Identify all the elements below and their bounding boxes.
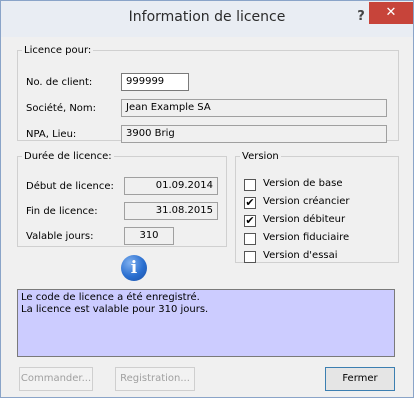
duration-legend: Durée de licence:	[24, 151, 112, 162]
licence-dialog: Information de licence ? ✕ Licence pour:…	[0, 0, 414, 398]
checkbox-trial[interactable]	[244, 251, 256, 263]
checkbox-base-label: Version de base	[263, 178, 343, 189]
end-date-field: 31.08.2015	[124, 202, 218, 220]
version-legend: Version	[242, 151, 279, 162]
client-no-field[interactable]: 999999	[121, 73, 189, 91]
checkbox-fiduciary-label: Version fiduciaire	[263, 232, 350, 243]
status-message-box: Le code de licence a été enregistré. La …	[17, 289, 395, 357]
checkbox-creditor-label: Version créancier	[263, 196, 350, 207]
message-line-2: La licence est valable pour 310 jours.	[21, 304, 209, 315]
registration-button[interactable]: Registration...	[115, 367, 195, 391]
info-icon: i	[121, 255, 147, 281]
valid-days-field: 310	[124, 227, 174, 245]
order-button[interactable]: Commander...	[19, 367, 93, 391]
licence-for-legend: Licence pour:	[24, 45, 92, 56]
npa-label: NPA, Lieu:	[26, 129, 77, 140]
dialog-body: Licence pour: No. de client: 999999 Soci…	[9, 37, 407, 393]
checkbox-fiduciary[interactable]	[244, 233, 256, 245]
window-title: Information de licence	[128, 9, 286, 25]
start-date-field: 01.09.2014	[124, 177, 218, 195]
company-label: Société, Nom:	[26, 103, 97, 114]
title-bar[interactable]: Information de licence ? ✕	[1, 1, 413, 37]
company-field: Jean Example SA	[121, 99, 387, 117]
checkbox-debtor[interactable]: ✔	[244, 215, 256, 227]
help-button[interactable]: ?	[353, 9, 369, 27]
licence-for-group: Licence pour: No. de client: 999999 Soci…	[17, 45, 399, 143]
close-window-button[interactable]: ✕	[369, 2, 413, 24]
end-date-label: Fin de licence:	[26, 206, 98, 217]
checkbox-debtor-label: Version débiteur	[263, 214, 346, 225]
version-group: Version Version de base ✔ Version créanc…	[235, 151, 399, 263]
checkbox-trial-label: Version d'essai	[263, 250, 338, 261]
npa-field: 3900 Brig	[121, 125, 387, 143]
valid-days-label: Valable jours:	[26, 231, 94, 242]
client-no-label: No. de client:	[26, 77, 93, 88]
start-date-label: Début de licence:	[26, 181, 114, 192]
close-button[interactable]: Fermer	[325, 367, 395, 391]
checkbox-base[interactable]	[244, 179, 256, 191]
duration-group: Durée de licence: Début de licence: 01.0…	[17, 151, 227, 247]
checkbox-creditor[interactable]: ✔	[244, 197, 256, 209]
message-line-1: Le code de licence a été enregistré.	[21, 292, 200, 303]
